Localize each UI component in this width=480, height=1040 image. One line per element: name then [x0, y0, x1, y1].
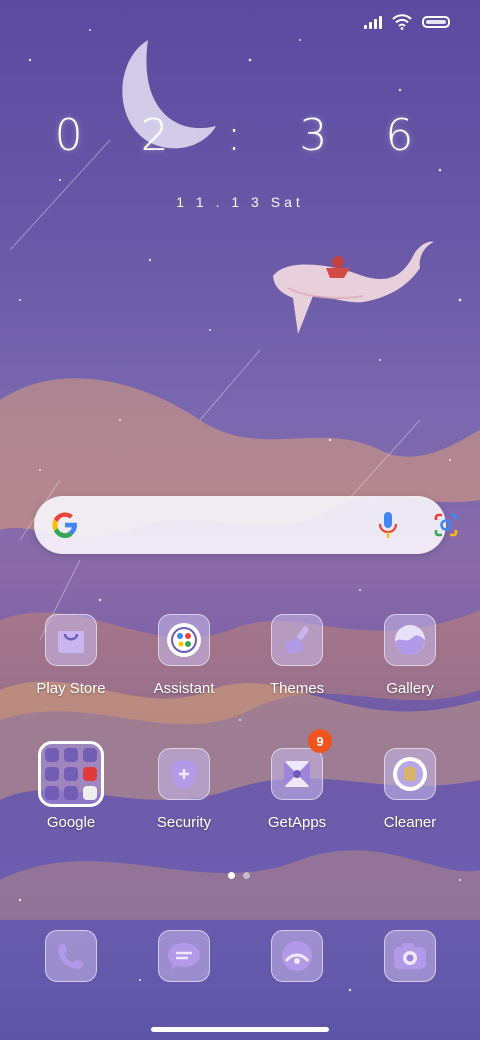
google-g-icon: [52, 512, 77, 538]
clock-time[interactable]: 0 2 : 3 6: [0, 110, 480, 161]
gallery-icon[interactable]: [384, 614, 436, 666]
google-search-bar[interactable]: [34, 496, 458, 554]
browser-icon[interactable]: [271, 930, 323, 982]
assistant-icon[interactable]: [158, 614, 210, 666]
lens-icon[interactable]: [432, 511, 460, 539]
app-security[interactable]: Security: [129, 748, 239, 831]
dock-browser[interactable]: [242, 930, 352, 982]
app-label: GetApps: [267, 814, 327, 831]
cleaner-icon[interactable]: [384, 748, 436, 800]
mic-icon[interactable]: [376, 510, 400, 540]
dock-camera[interactable]: [355, 930, 465, 982]
app-cleaner[interactable]: Cleaner: [355, 748, 465, 831]
notification-badge: 9: [308, 729, 332, 753]
home-gesture-bar[interactable]: [151, 1027, 329, 1032]
camera-icon[interactable]: [384, 930, 436, 982]
getapps-icon[interactable]: 9: [271, 729, 332, 800]
app-gallery[interactable]: Gallery: [355, 614, 465, 697]
dock-messages[interactable]: [129, 930, 239, 982]
whale-illustration: [273, 241, 434, 334]
messages-icon[interactable]: [158, 930, 210, 982]
app-themes[interactable]: Themes: [242, 614, 352, 697]
app-getapps[interactable]: 9 GetApps: [242, 729, 352, 831]
signal-icon: [364, 15, 382, 29]
app-play-store[interactable]: Play Store: [16, 614, 126, 697]
wifi-icon: [392, 14, 412, 30]
page-dot-active[interactable]: [228, 872, 235, 879]
app-label: Security: [156, 814, 212, 831]
clock-date[interactable]: 1 1 . 1 3 Sat: [0, 194, 480, 210]
app-assistant[interactable]: Assistant: [129, 614, 239, 697]
phone-icon[interactable]: [45, 930, 97, 982]
themes-icon[interactable]: [271, 614, 323, 666]
folder-google[interactable]: Google: [16, 741, 126, 831]
battery-icon: [422, 16, 450, 28]
app-label: Themes: [269, 680, 325, 697]
app-label: Google: [46, 814, 96, 831]
app-label: Play Store: [36, 680, 106, 697]
dock-phone[interactable]: [16, 930, 126, 982]
status-bar: [364, 14, 450, 30]
page-dot[interactable]: [243, 872, 250, 879]
app-label: Assistant: [153, 680, 215, 697]
play-store-icon[interactable]: [45, 614, 97, 666]
folder-icon[interactable]: [38, 741, 104, 807]
page-indicator[interactable]: [228, 872, 250, 879]
security-icon[interactable]: [158, 748, 210, 800]
app-label: Gallery: [386, 680, 434, 697]
app-label: Cleaner: [383, 814, 437, 831]
